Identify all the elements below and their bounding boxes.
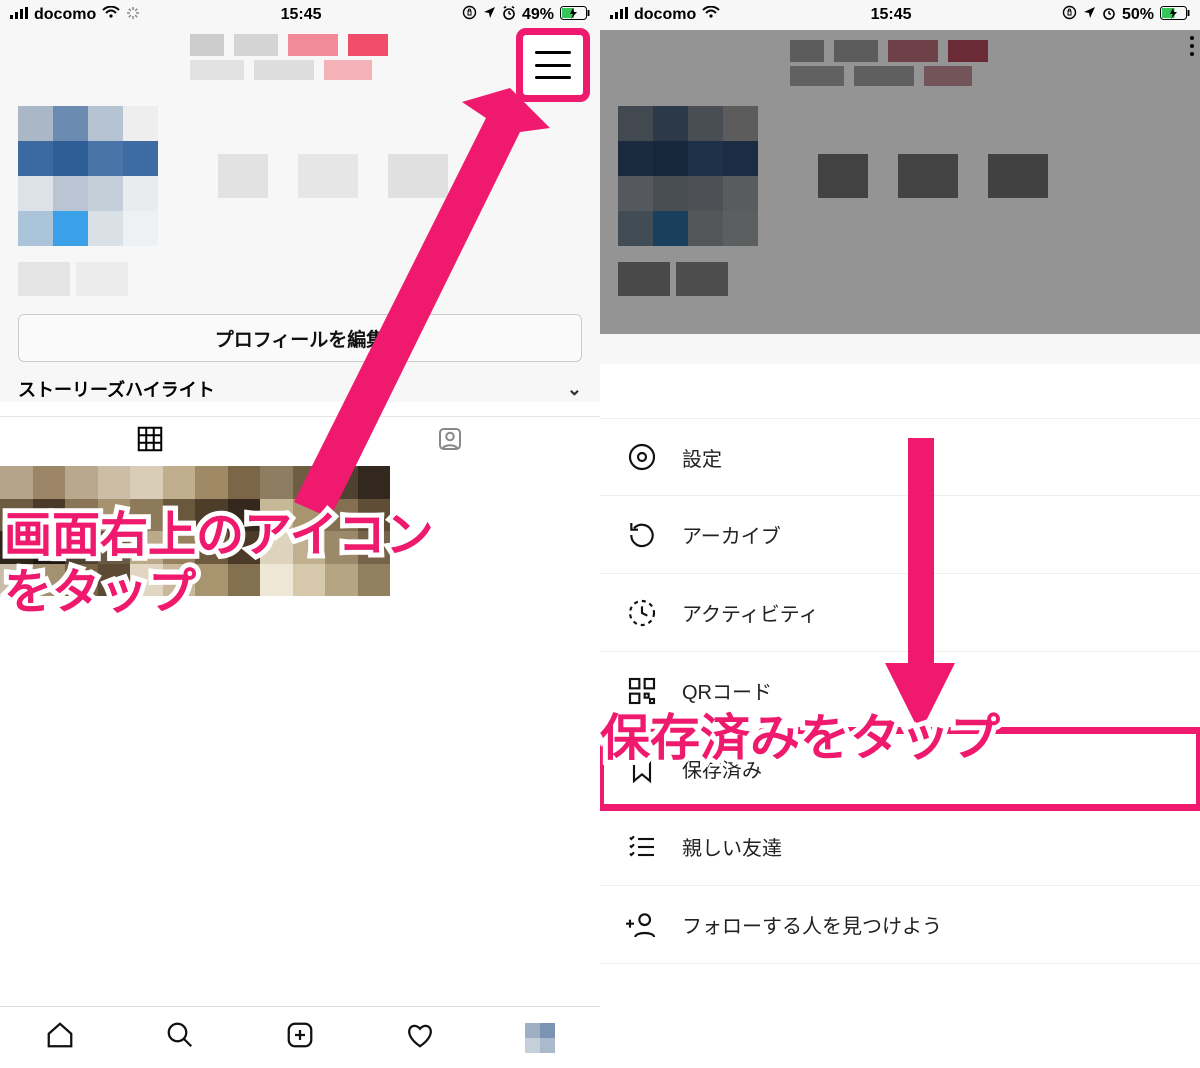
clock: 15:45 (871, 6, 912, 24)
orientation-lock-icon (1062, 5, 1077, 25)
archive-icon (626, 519, 658, 551)
menu-label: 親しい友達 (682, 832, 782, 861)
gear-icon (626, 441, 658, 473)
hamburger-icon (535, 51, 571, 79)
annotation-arrow-right (880, 438, 960, 738)
username-mosaic (190, 34, 388, 80)
battery-percent: 50% (1122, 6, 1154, 24)
location-icon (1083, 6, 1096, 24)
close-friends-icon (626, 831, 658, 863)
activity-heart-icon[interactable] (405, 1020, 435, 1055)
alarm-icon (502, 6, 516, 25)
battery-percent: 49% (522, 6, 554, 24)
battery-icon (560, 6, 590, 25)
screen-profile: docomo 15:45 49% (0, 0, 600, 1068)
carrier-label: docomo (34, 6, 96, 24)
new-post-icon[interactable] (285, 1020, 315, 1055)
menu-label: アーカイブ (682, 520, 781, 549)
add-person-icon (626, 909, 658, 941)
orientation-lock-icon (462, 5, 477, 25)
menu-item-close-friends[interactable]: 親しい友達 (600, 808, 1200, 886)
profile-nav-avatar[interactable] (525, 1023, 555, 1053)
annotation-text-left: 画面右上のアイコン画面右上のアイコン をタップをタップ (4, 508, 434, 621)
story-highlights-label: ストーリーズハイライト (18, 376, 215, 402)
search-icon[interactable] (165, 1020, 195, 1055)
alarm-icon (1102, 6, 1116, 25)
avatar-mosaic (18, 106, 158, 246)
menu-label: フォローする人を見つけよう (682, 910, 942, 939)
clock: 15:45 (281, 6, 322, 24)
menu-item-discover[interactable]: フォローする人を見つけよう (600, 886, 1200, 964)
activity-icon (626, 597, 658, 629)
loading-icon (126, 6, 140, 25)
annotation-text-right: 保存済みをタップ 保存済みをタップ (600, 698, 1000, 770)
chevron-down-icon: ⌄ (567, 379, 582, 400)
status-bar: docomo 15:45 49% (0, 0, 600, 30)
screen-menu: docomo 15:45 50% (600, 0, 1200, 1068)
bottom-nav (0, 1006, 600, 1068)
menu-label: アクティビティ (682, 598, 819, 627)
wifi-icon (102, 6, 120, 24)
more-dots-icon[interactable] (1190, 36, 1194, 56)
wifi-icon (702, 6, 720, 24)
status-bar: docomo 15:45 50% (600, 0, 1200, 30)
carrier-label: docomo (634, 6, 696, 24)
location-icon (483, 6, 496, 24)
signal-icon (610, 6, 628, 24)
signal-icon (10, 6, 28, 24)
grid-tab-icon[interactable] (135, 424, 165, 459)
annotation-arrow-left (250, 78, 550, 538)
menu-label: 設定 (682, 443, 722, 472)
battery-icon (1160, 6, 1190, 25)
home-icon[interactable] (45, 1020, 75, 1055)
